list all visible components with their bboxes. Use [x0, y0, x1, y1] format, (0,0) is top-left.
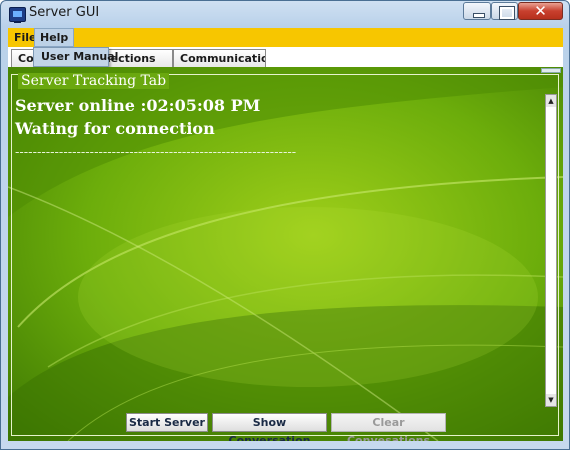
maximize-icon: [499, 6, 515, 20]
tab-communications[interactable]: Communications: [173, 49, 266, 67]
action-button-bar: Start Server Show Conversation Clear Con…: [13, 409, 554, 441]
server-tracking-panel: Server Tracking Tab Server online :02:05…: [8, 67, 563, 441]
menu-item-user-manual[interactable]: User Manual: [41, 50, 118, 63]
start-server-button[interactable]: Start Server: [126, 413, 208, 432]
server-log-area[interactable]: Server online :02:05:08 PM Wating for co…: [13, 93, 545, 406]
scroll-up-arrow-icon[interactable]: ▲: [546, 95, 556, 107]
scrollbar-track[interactable]: [546, 107, 556, 394]
scroll-down-arrow-icon[interactable]: ▼: [546, 394, 556, 406]
close-button[interactable]: ✕: [518, 2, 563, 20]
menu-bar: File Help: [8, 28, 563, 47]
show-conversation-button[interactable]: Show Conversation: [212, 413, 327, 441]
log-line-status: Server online :02:05:08 PM: [15, 96, 261, 115]
log-line-waiting: Wating for connection: [15, 119, 215, 138]
minimize-button[interactable]: [463, 2, 491, 20]
server-gui-window: Server GUI ✕ File Help Con nnections Com…: [0, 0, 570, 450]
log-scrollbar[interactable]: ▲ ▼: [545, 94, 557, 407]
panel-controls[interactable]: [541, 68, 561, 73]
help-dropdown-menu: User Manual: [33, 47, 118, 67]
maximize-button[interactable]: [491, 2, 518, 20]
monitor-icon: [9, 7, 26, 23]
group-title: Server Tracking Tab: [18, 73, 170, 89]
minimize-icon: [473, 13, 485, 18]
clear-conversations-button[interactable]: Clear Convesations: [331, 413, 446, 441]
window-title: Server GUI: [29, 5, 100, 20]
log-separator: ----------------------------------------…: [15, 145, 297, 160]
title-bar[interactable]: Server GUI ✕: [1, 1, 569, 28]
menu-help[interactable]: Help: [34, 28, 75, 47]
close-icon: ✕: [534, 2, 547, 20]
